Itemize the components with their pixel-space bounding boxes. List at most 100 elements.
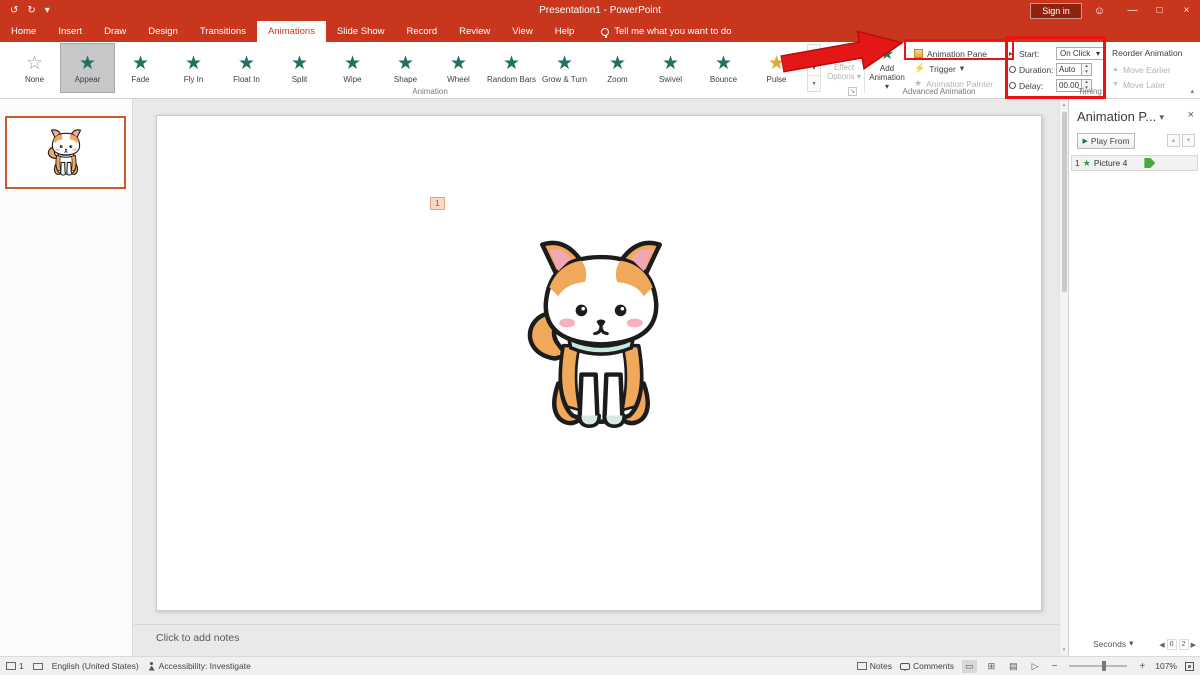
- pane-move-down-icon[interactable]: ▼: [1182, 134, 1195, 147]
- titlebar-right: Sign in ☺ — □ ×: [1030, 0, 1200, 21]
- animation-star-icon: ★: [768, 52, 785, 75]
- language-indicator[interactable]: English (United States): [52, 661, 139, 671]
- duration-input[interactable]: Auto: [1056, 63, 1082, 76]
- zoom-slider-knob[interactable]: [1102, 661, 1106, 671]
- move-earlier-label: Move Earlier: [1123, 65, 1171, 75]
- zoom-slider[interactable]: [1069, 665, 1127, 667]
- animation-dialog-launcher-icon[interactable]: ↘: [848, 87, 857, 96]
- tab-record[interactable]: Record: [396, 21, 449, 42]
- notes-placeholder[interactable]: Click to add notes: [156, 632, 239, 644]
- tab-animations[interactable]: Animations: [257, 21, 326, 42]
- gallery-item-zoom[interactable]: ★ Zoom: [591, 44, 644, 92]
- add-animation-button[interactable]: ★ Add Animation ▾: [867, 45, 907, 93]
- effect-options-button[interactable]: Effect Options ▾: [824, 45, 864, 93]
- slide-thumbnail-1[interactable]: [5, 116, 126, 189]
- gallery-item-shape[interactable]: ★ Shape: [379, 44, 432, 92]
- tab-transitions[interactable]: Transitions: [189, 21, 257, 42]
- gallery-scroll-down-icon[interactable]: ▾: [808, 61, 820, 77]
- ribbon-tab-bar: Home Insert Draw Design Transitions Anim…: [0, 21, 1200, 42]
- gallery-item-split[interactable]: ★ Split: [273, 44, 326, 92]
- seconds-dropdown[interactable]: Seconds ▾: [1093, 638, 1133, 649]
- tab-view[interactable]: View: [501, 21, 543, 42]
- undo-icon[interactable]: ↺: [10, 0, 18, 21]
- normal-view-icon[interactable]: ▭: [962, 660, 977, 673]
- gallery-item-float-in[interactable]: ★ Float In: [220, 44, 273, 92]
- tab-insert[interactable]: Insert: [47, 21, 93, 42]
- customize-quick-access-icon[interactable]: ▾: [45, 0, 50, 21]
- sign-in-button[interactable]: Sign in: [1030, 3, 1082, 19]
- gallery-item-appear[interactable]: ★ Appear: [61, 44, 114, 92]
- animation-star-icon: ★: [556, 52, 573, 75]
- timeline-marker[interactable]: [1144, 158, 1155, 168]
- timing-group-label: Timing: [1030, 87, 1150, 96]
- gallery-item-grow-turn[interactable]: ★ Grow & Turn: [538, 44, 591, 92]
- zoom-out-icon[interactable]: −: [1050, 661, 1060, 672]
- gallery-item-random-bars[interactable]: ★ Random Bars: [485, 44, 538, 92]
- ribbon: ☆ None ★ Appear ★ Fade ★ Fly In ★ Float …: [0, 42, 1200, 99]
- animation-star-icon: ★: [238, 52, 255, 75]
- display-settings-icon[interactable]: [33, 663, 43, 670]
- fit-to-window-icon[interactable]: [1185, 662, 1194, 671]
- redo-icon[interactable]: ↻: [27, 0, 35, 21]
- duration-row: Duration: Auto ▴ ▾: [1009, 62, 1104, 77]
- scroll-up-icon[interactable]: ▴: [1060, 102, 1068, 108]
- notes-label: Notes: [870, 661, 892, 671]
- scroll-down-icon[interactable]: ▾: [1060, 647, 1068, 653]
- gallery-item-bounce[interactable]: ★ Bounce: [697, 44, 750, 92]
- gallery-item-fade[interactable]: ★ Fade: [114, 44, 167, 92]
- slideshow-view-icon[interactable]: ▷: [1029, 660, 1042, 673]
- clock-icon: [1009, 66, 1016, 73]
- maximize-button[interactable]: □: [1146, 0, 1173, 21]
- reorder-animation-group: Reorder Animation ▲ Move Earlier ▼ Move …: [1112, 48, 1182, 92]
- slide-sorter-view-icon[interactable]: ⊞: [985, 660, 999, 673]
- spinner-down-icon[interactable]: ▾: [1082, 70, 1091, 76]
- timeline-left-icon[interactable]: ◀: [1159, 641, 1164, 649]
- tell-me-box[interactable]: Tell me what you want to do: [601, 21, 731, 42]
- zoom-in-icon[interactable]: +: [1137, 661, 1147, 672]
- close-button[interactable]: ×: [1173, 0, 1200, 21]
- tab-draw[interactable]: Draw: [93, 21, 137, 42]
- trigger-button[interactable]: ⚡ Trigger ▾: [910, 61, 997, 76]
- tab-review[interactable]: Review: [448, 21, 501, 42]
- gallery-item-wipe[interactable]: ★ Wipe: [326, 44, 379, 92]
- slide-number-indicator[interactable]: 1: [6, 661, 24, 671]
- feedback-smiley-icon[interactable]: ☺: [1094, 5, 1105, 17]
- accessibility-checker[interactable]: Accessibility: Investigate: [148, 661, 251, 671]
- play-from-button[interactable]: ▶ Play From: [1077, 133, 1135, 149]
- animation-star-icon: ★: [397, 52, 414, 75]
- timeline-right-icon[interactable]: ▶: [1191, 641, 1196, 649]
- scrollbar-thumb[interactable]: [1062, 112, 1067, 292]
- tab-help[interactable]: Help: [544, 21, 586, 42]
- comments-toggle[interactable]: Comments: [900, 661, 954, 671]
- move-earlier-button[interactable]: ▲ Move Earlier: [1112, 62, 1182, 77]
- tab-slide-show[interactable]: Slide Show: [326, 21, 396, 42]
- gallery-item-fly-in[interactable]: ★ Fly In: [167, 44, 220, 92]
- tab-home[interactable]: Home: [0, 21, 47, 42]
- gallery-item-none[interactable]: ☆ None: [8, 44, 61, 92]
- gallery-item-wheel[interactable]: ★ Wheel: [432, 44, 485, 92]
- pane-options-chevron-icon[interactable]: ▾: [1159, 112, 1164, 123]
- titlebar: ↺ ↻ ▾ Presentation1 - PowerPoint Sign in…: [0, 0, 1200, 21]
- dog-picture[interactable]: [512, 232, 690, 442]
- gallery-more-icon[interactable]: ▾: [808, 76, 820, 91]
- collapse-ribbon-icon[interactable]: ▴: [1190, 87, 1194, 95]
- gallery-scroll-up-icon[interactable]: ▴: [808, 45, 820, 61]
- animation-pane-button[interactable]: Animation Pane: [910, 46, 997, 61]
- pane-move-up-icon[interactable]: ▲: [1167, 134, 1180, 147]
- notes-divider[interactable]: [134, 624, 1059, 625]
- animation-number-tag[interactable]: 1: [430, 197, 445, 210]
- notes-toggle[interactable]: Notes: [857, 661, 892, 671]
- editor-scrollbar[interactable]: ▴ ▾: [1059, 100, 1068, 655]
- gallery-item-swivel[interactable]: ★ Swivel: [644, 44, 697, 92]
- reading-view-icon[interactable]: ▤: [1006, 660, 1021, 673]
- pane-close-icon[interactable]: ×: [1188, 109, 1194, 121]
- gallery-item-label: Random Bars: [487, 75, 536, 84]
- gallery-item-label: Split: [292, 75, 308, 84]
- minimize-button[interactable]: —: [1119, 0, 1146, 21]
- start-icon: ▸: [1009, 49, 1019, 58]
- zoom-level[interactable]: 107%: [1155, 661, 1177, 671]
- gallery-item-pulse[interactable]: ★ Pulse: [750, 44, 803, 92]
- animation-list-item[interactable]: 1 ★ Picture 4: [1071, 155, 1198, 171]
- tab-design[interactable]: Design: [137, 21, 189, 42]
- start-dropdown[interactable]: On Click ▾: [1056, 47, 1104, 60]
